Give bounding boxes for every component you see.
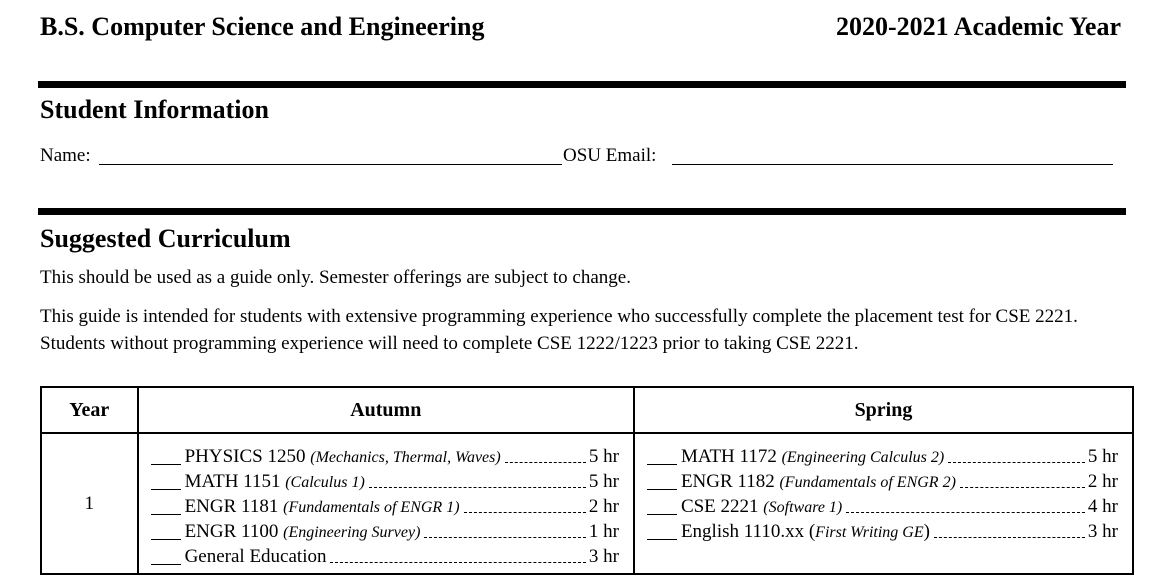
credit-hours: 5 hr <box>1087 446 1118 467</box>
curriculum-description: This guide is intended for students with… <box>40 306 1078 354</box>
course-description: (Software 1) <box>763 499 843 516</box>
completion-checkbox-line[interactable] <box>150 446 181 465</box>
credit-hours: 5 hr <box>588 446 619 467</box>
year-cell: 1 <box>40 432 139 575</box>
completion-checkbox-line[interactable] <box>150 521 181 540</box>
dotted-leader <box>504 462 586 463</box>
credit-hours: 2 hr <box>1087 471 1118 492</box>
program-title: B.S. Computer Science and Engineering <box>40 12 485 41</box>
dotted-leader <box>948 462 1085 463</box>
course-name: ENGR 1181 <box>184 496 279 517</box>
divider <box>38 208 1126 215</box>
credit-hours: 4 hr <box>1087 496 1118 517</box>
completion-checkbox-line[interactable] <box>646 496 677 515</box>
table-row: 1 PHYSICS 1250 (Mechanics, Thermal, Waves… <box>40 432 1135 575</box>
credit-hours: 2 hr <box>588 496 619 517</box>
curriculum-note: This should be used as a guide only. Sem… <box>40 267 631 288</box>
spring-courses-cell: MATH 1172 (Engineering Calculus 2) 5 hr EN… <box>632 432 1135 575</box>
course-description: (Engineering Survey) <box>283 524 421 541</box>
course-item: ENGR 1182 (Fundamentals of ENGR 2) 2 hr <box>646 469 1118 494</box>
course-name: English 1110.xx <box>680 521 805 542</box>
course-item: ENGR 1181 (Fundamentals of ENGR 1) 2 hr <box>150 494 619 519</box>
student-info-heading: Student Information <box>40 95 269 124</box>
curriculum-table: Year Autumn Spring 1 PHYSICS 1250 (Mechan… <box>40 386 1135 575</box>
course-item: PHYSICS 1250 (Mechanics, Thermal, Waves)… <box>150 444 619 469</box>
divider <box>38 81 1126 88</box>
dotted-leader <box>933 537 1085 538</box>
academic-year: 2020-2021 Academic Year <box>836 12 1121 41</box>
name-field[interactable] <box>99 164 562 165</box>
course-item: ENGR 1100 (Engineering Survey) 1 hr <box>150 519 619 544</box>
dotted-leader <box>846 512 1085 513</box>
course-name: PHYSICS 1250 <box>184 446 306 467</box>
completion-checkbox-line[interactable] <box>646 521 677 540</box>
course-description: (Fundamentals of ENGR 1) <box>283 499 460 516</box>
course-description: (Engineering Calculus 2) <box>781 449 945 466</box>
course-name: General Education <box>184 546 327 567</box>
autumn-courses-cell: PHYSICS 1250 (Mechanics, Thermal, Waves)… <box>136 432 635 575</box>
completion-checkbox-line[interactable] <box>150 471 181 490</box>
email-label: OSU Email: <box>563 145 657 166</box>
dotted-leader <box>330 562 586 563</box>
course-name: MATH 1172 <box>680 446 777 467</box>
year-header: Year <box>40 386 139 434</box>
credit-hours: 5 hr <box>588 471 619 492</box>
email-field[interactable] <box>672 164 1113 165</box>
course-item: CSE 2221 (Software 1) 4 hr <box>646 494 1118 519</box>
dotted-leader <box>959 487 1085 488</box>
autumn-header: Autumn <box>136 386 635 434</box>
course-item: General Education 3 hr <box>150 544 619 569</box>
completion-checkbox-line[interactable] <box>646 446 677 465</box>
course-item: MATH 1172 (Engineering Calculus 2) 5 hr <box>646 444 1118 469</box>
completion-checkbox-line[interactable] <box>150 496 181 515</box>
credit-hours: 3 hr <box>1087 521 1118 542</box>
course-name: ENGR 1100 <box>184 521 279 542</box>
course-item: English 1110.xx (First Writing GE) 3 hr <box>646 519 1118 544</box>
completion-checkbox-line[interactable] <box>150 546 181 565</box>
completion-checkbox-line[interactable] <box>646 471 677 490</box>
curriculum-heading: Suggested Curriculum <box>40 224 291 253</box>
course-name: ENGR 1182 <box>680 471 775 492</box>
dotted-leader <box>368 487 586 488</box>
course-description: (Calculus 1) <box>285 474 365 491</box>
dotted-leader <box>424 537 586 538</box>
course-name: CSE 2221 <box>680 496 759 517</box>
credit-hours: 3 hr <box>588 546 619 567</box>
course-description: First Writing GE <box>815 524 924 541</box>
credit-hours: 1 hr <box>588 521 619 542</box>
course-description: (Mechanics, Thermal, Waves) <box>310 449 501 466</box>
course-name: MATH 1151 <box>184 471 281 492</box>
course-item: MATH 1151 (Calculus 1) 5 hr <box>150 469 619 494</box>
course-description: (Fundamentals of ENGR 2) <box>779 474 956 491</box>
course-paren: ) <box>923 521 930 542</box>
spring-header: Spring <box>632 386 1135 434</box>
dotted-leader <box>463 512 586 513</box>
name-label: Name: <box>40 145 91 166</box>
